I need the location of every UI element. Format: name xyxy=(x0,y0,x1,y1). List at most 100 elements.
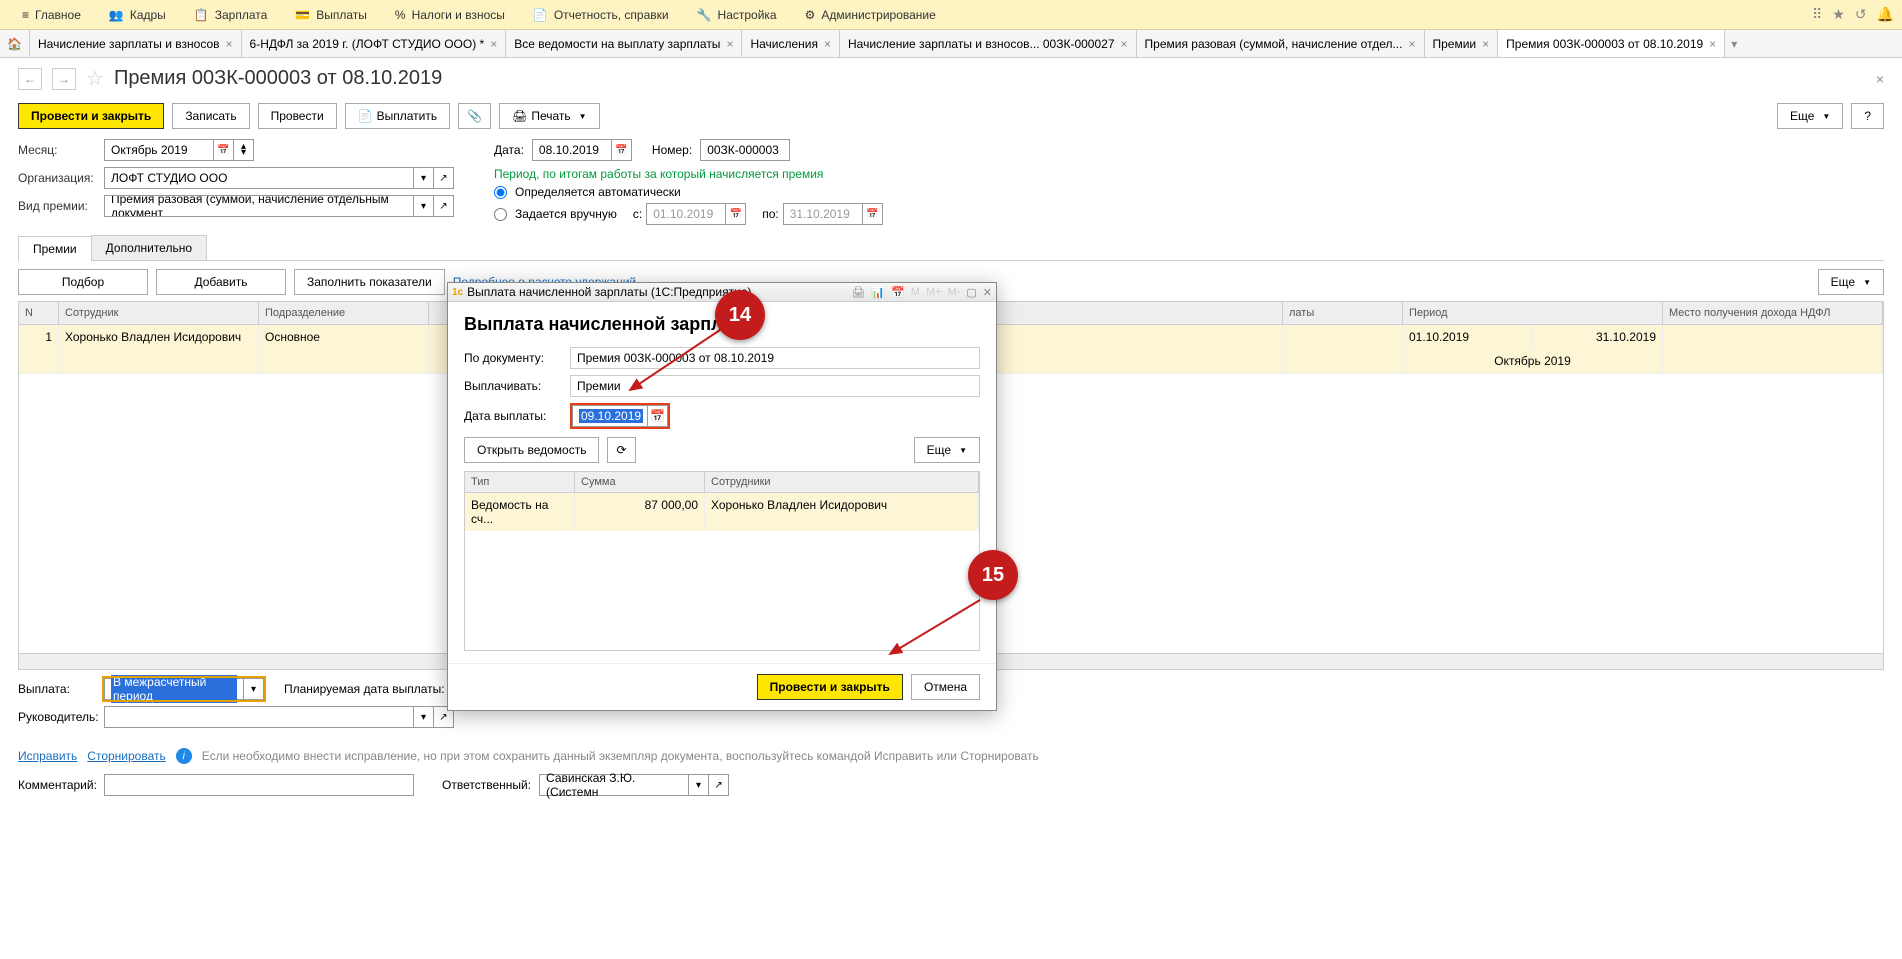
col-dates[interactable]: латы xyxy=(1283,302,1403,325)
dropdown-icon[interactable]: ▾ xyxy=(689,774,709,796)
payment-select[interactable]: В межрасчетный период xyxy=(104,678,244,700)
tab-6[interactable]: Премии× xyxy=(1425,30,1499,57)
post-button[interactable]: Провести xyxy=(258,103,337,129)
mcol-type[interactable]: Тип xyxy=(465,472,575,493)
date-icon[interactable]: 📅 xyxy=(891,286,905,299)
open-icon[interactable]: ↗ xyxy=(434,195,454,217)
tab-premii[interactable]: Премии xyxy=(18,236,92,261)
month-input[interactable]: Октябрь 2019 xyxy=(104,139,214,161)
resp-input[interactable]: Савинская З.Ю. (Системн xyxy=(539,774,689,796)
close-icon[interactable]: × xyxy=(1408,37,1415,51)
calendar-icon[interactable]: 📅 xyxy=(648,405,668,427)
calendar-icon[interactable]: 📅 xyxy=(214,139,234,161)
dropdown-icon[interactable]: ▾ xyxy=(244,678,264,700)
refresh-button[interactable]: ⟳ xyxy=(607,437,635,463)
menu-otchet[interactable]: 📄Отчетность, справки xyxy=(519,0,683,29)
storn-link[interactable]: Сторнировать xyxy=(87,749,165,763)
menu-nalogi[interactable]: %Налоги и взносы xyxy=(381,0,519,29)
help-button[interactable]: ? xyxy=(1851,103,1884,129)
home-tab[interactable]: 🏠 xyxy=(0,30,30,57)
radio-auto[interactable] xyxy=(494,186,507,199)
tab-5[interactable]: Премия разовая (суммой, начисление отдел… xyxy=(1137,30,1425,57)
tab-extra[interactable]: Дополнительно xyxy=(91,235,207,260)
nav-forward[interactable]: → xyxy=(52,68,76,90)
print-icon[interactable]: 🖨 xyxy=(851,286,865,299)
calc-icon[interactable]: 📊 xyxy=(871,286,885,299)
modal-more-button[interactable]: Еще▼ xyxy=(914,437,980,463)
menu-admin[interactable]: ⚙Администрирование xyxy=(791,0,950,29)
col-emp[interactable]: Сотрудник xyxy=(59,302,259,325)
mcol-sum[interactable]: Сумма xyxy=(575,472,705,493)
what-field[interactable]: Премии xyxy=(570,375,980,397)
fill-button[interactable]: Заполнить показатели xyxy=(294,269,445,295)
col-place[interactable]: Место получения дохода НДФЛ xyxy=(1663,302,1883,325)
col-n[interactable]: N xyxy=(19,302,59,325)
print-button[interactable]: 🖨Печать▼ xyxy=(499,103,599,129)
org-input[interactable]: ЛОФТ СТУДИО ООО xyxy=(104,167,414,189)
bell-icon[interactable]: 🔔 xyxy=(1877,6,1894,23)
star-icon[interactable]: ★ xyxy=(1832,6,1845,23)
page-close-icon[interactable]: × xyxy=(1876,71,1884,87)
number-input[interactable]: 00ЗК-000003 xyxy=(700,139,790,161)
mcol-emps[interactable]: Сотрудники xyxy=(705,472,979,493)
write-button[interactable]: Записать xyxy=(172,103,249,129)
close-icon[interactable]: × xyxy=(490,37,497,51)
nav-back[interactable]: ← xyxy=(18,68,42,90)
date-input[interactable]: 08.10.2019 xyxy=(532,139,612,161)
menu-kadry[interactable]: 👥Кадры xyxy=(95,0,180,29)
radio-manual[interactable] xyxy=(494,208,507,221)
pick-button[interactable]: Подбор xyxy=(18,269,148,295)
calendar-icon[interactable]: 📅 xyxy=(726,203,746,225)
dropdown-icon[interactable]: ▾ xyxy=(414,706,434,728)
spin-buttons[interactable]: ▴▾ xyxy=(234,139,254,161)
modal-table-row[interactable]: Ведомость на сч... 87 000,00 Хоронько Вл… xyxy=(465,493,979,531)
type-input[interactable]: Премия разовая (суммой, начисление отдел… xyxy=(104,195,414,217)
close-icon[interactable]: × xyxy=(226,37,233,51)
close-icon[interactable]: × xyxy=(1482,37,1489,51)
doc-field[interactable]: Премия 00ЗК-000003 от 08.10.2019 xyxy=(570,347,980,369)
modal-cancel-button[interactable]: Отмена xyxy=(911,674,980,700)
menu-main[interactable]: ≡Главное xyxy=(8,0,95,29)
col-dept[interactable]: Подразделение xyxy=(259,302,429,325)
fix-link[interactable]: Исправить xyxy=(18,749,77,763)
calendar-icon[interactable]: 📅 xyxy=(863,203,883,225)
close-icon[interactable]: × xyxy=(1709,37,1716,51)
tab-3[interactable]: Начисления× xyxy=(742,30,840,57)
col-period[interactable]: Период xyxy=(1403,302,1663,325)
more-button[interactable]: Еще▼ xyxy=(1777,103,1843,129)
modal-close-icon[interactable]: ✕ xyxy=(983,286,992,299)
add-button[interactable]: Добавить xyxy=(156,269,286,295)
menu-nastroika[interactable]: 🔧Настройка xyxy=(683,0,791,29)
comment-input[interactable] xyxy=(104,774,414,796)
menu-zarplata[interactable]: 📋Зарплата xyxy=(180,0,282,29)
open-icon[interactable]: ↗ xyxy=(434,167,454,189)
sub-more-button[interactable]: Еще▼ xyxy=(1818,269,1884,295)
period-to-input[interactable]: 31.10.2019 xyxy=(783,203,863,225)
tab-4[interactable]: Начисление зарплаты и взносов... 00ЗК-00… xyxy=(840,30,1137,57)
tabs-dropdown[interactable]: ▾ xyxy=(1725,30,1743,57)
open-sheet-button[interactable]: Открыть ведомость xyxy=(464,437,599,463)
pay-button[interactable]: 📄Выплатить xyxy=(345,103,450,129)
tab-7[interactable]: Премия 00ЗК-000003 от 08.10.2019× xyxy=(1498,30,1725,57)
attach-button[interactable]: 📎 xyxy=(458,103,491,129)
grid-icon[interactable]: ⠿ xyxy=(1812,6,1822,23)
paydate-input[interactable]: 09.10.2019 xyxy=(572,405,648,427)
close-icon[interactable]: × xyxy=(726,37,733,51)
minimize-icon[interactable]: ▢ xyxy=(966,286,976,299)
close-icon[interactable]: × xyxy=(824,37,831,51)
dropdown-icon[interactable]: ▾ xyxy=(414,167,434,189)
favorite-star-icon[interactable]: ☆ xyxy=(86,66,104,91)
post-close-button[interactable]: Провести и закрыть xyxy=(18,103,164,129)
tab-1[interactable]: 6-НДФЛ за 2019 г. (ЛОФТ СТУДИО ООО) *× xyxy=(242,30,507,57)
modal-post-close-button[interactable]: Провести и закрыть xyxy=(757,674,903,700)
close-icon[interactable]: × xyxy=(1121,37,1128,51)
history-icon[interactable]: ↺ xyxy=(1855,6,1867,23)
dropdown-icon[interactable]: ▾ xyxy=(414,195,434,217)
tab-0[interactable]: Начисление зарплаты и взносов× xyxy=(30,30,242,57)
open-icon[interactable]: ↗ xyxy=(709,774,729,796)
lead-input[interactable] xyxy=(104,706,414,728)
calendar-icon[interactable]: 📅 xyxy=(612,139,632,161)
tab-2[interactable]: Все ведомости на выплату зарплаты× xyxy=(506,30,742,57)
menu-vyplaty[interactable]: 💳Выплаты xyxy=(281,0,381,29)
period-from-input[interactable]: 01.10.2019 xyxy=(646,203,726,225)
